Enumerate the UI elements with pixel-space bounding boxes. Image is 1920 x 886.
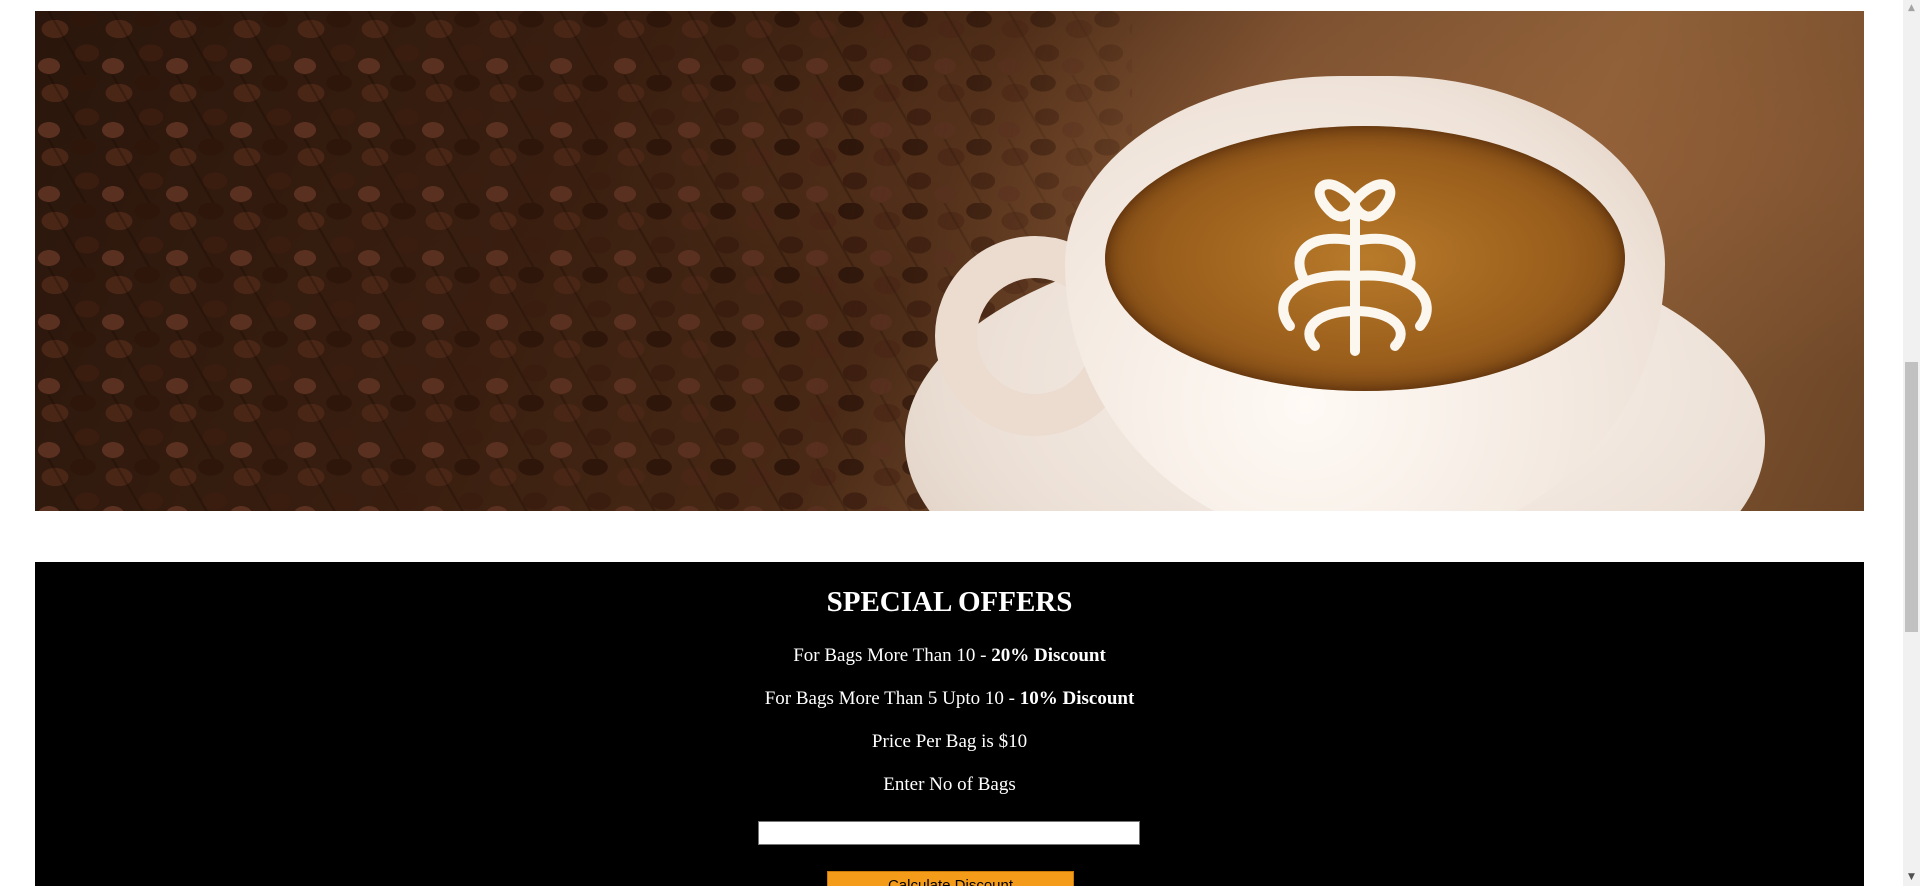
price-per-bag-text: Price Per Bag is $10 (871, 731, 1028, 752)
special-offers-panel: SPECIAL OFFERS For Bags More Than 10 - 2… (35, 562, 1864, 886)
offer-line-five-to-ten-text: For Bags More Than 5 Upto 10 - (764, 688, 1020, 709)
offer-line-five-to-ten: For Bags More Than 5 Upto 10 - 10% Disco… (35, 688, 1864, 710)
vertical-scrollbar[interactable]: ▲ ▼ (1903, 0, 1920, 886)
number-of-bags-input[interactable] (758, 821, 1140, 845)
arrow-up-icon[interactable]: ▲ (1903, 0, 1920, 17)
latte-art-icon (1278, 179, 1432, 356)
scrollbar-thumb[interactable] (1905, 362, 1918, 632)
page: SPECIAL OFFERS For Bags More Than 10 - 2… (0, 0, 1920, 886)
offer-line-ten-plus-discount: 20% Discount (991, 645, 1106, 666)
enter-bags-label: Enter No of Bags (883, 774, 1016, 795)
special-offers-title: SPECIAL OFFERS (826, 586, 1073, 618)
offer-line-five-to-ten-discount: 10% Discount (1019, 688, 1135, 709)
offer-line-ten-plus: For Bags More Than 10 - 20% Discount (35, 645, 1864, 667)
calculate-discount-button[interactable]: Calculate Discount (827, 871, 1074, 886)
hero-coffee-image (35, 11, 1864, 511)
arrow-down-icon[interactable]: ▼ (1903, 869, 1920, 886)
offer-line-ten-plus-text: For Bags More Than 10 - (793, 645, 992, 666)
